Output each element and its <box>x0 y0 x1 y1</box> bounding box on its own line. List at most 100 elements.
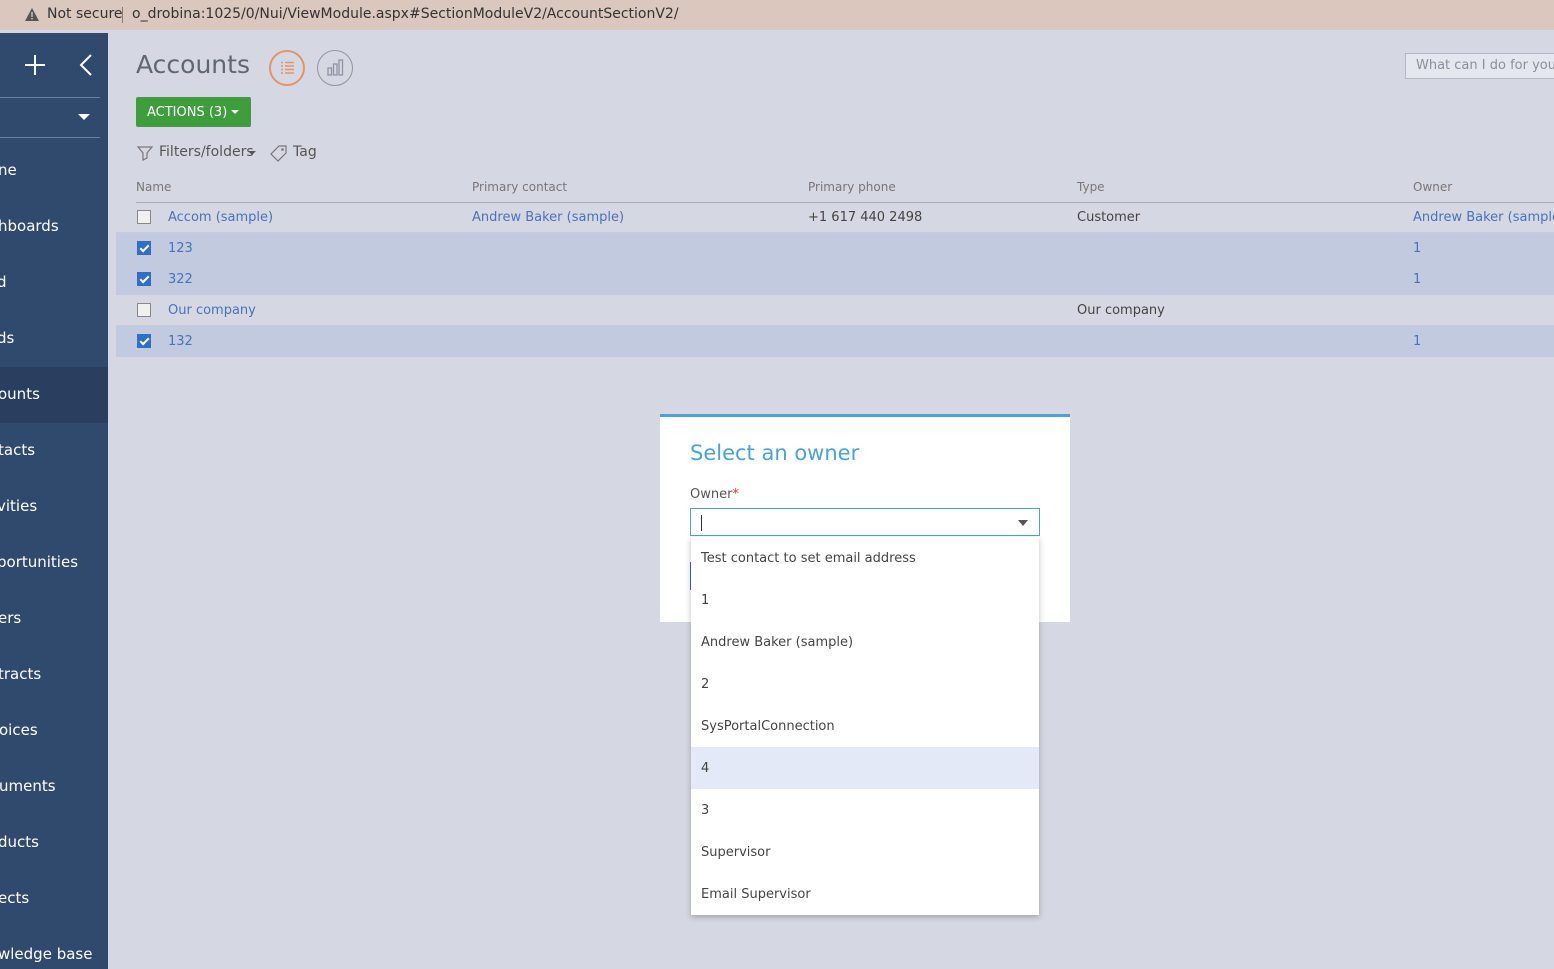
row-checkbox[interactable] <box>137 272 151 286</box>
owner-option-label: Email Supervisor <box>701 887 811 902</box>
sidebar-item[interactable]: ounts <box>0 367 108 423</box>
sidebar-item-label: tracts <box>0 665 42 683</box>
owner-option[interactable]: Email Supervisor <box>691 873 1039 915</box>
cell-name[interactable]: Our company <box>168 303 256 318</box>
sidebar-divider <box>0 97 100 98</box>
sidebar-item-label: uments <box>0 777 56 795</box>
sidebar-item-label: tacts <box>0 441 36 459</box>
sidebar-item[interactable]: ects <box>0 871 108 927</box>
owner-option[interactable]: Test contact to set email address <box>691 537 1039 579</box>
owner-option-label: Andrew Baker (sample) <box>701 635 854 650</box>
owner-label-text: Owner <box>690 487 733 502</box>
table-row[interactable]: 123 1 <box>116 233 1554 264</box>
owner-option[interactable]: SysPortalConnection <box>691 705 1039 747</box>
sidebar-item-label: ne <box>0 161 17 179</box>
sidebar-item-label: ounts <box>0 385 40 403</box>
sidebar-item-label: oices <box>0 721 38 739</box>
cell-type: Customer <box>1077 210 1141 225</box>
row-checkbox[interactable] <box>137 334 151 348</box>
owner-option[interactable]: Andrew Baker (sample) <box>691 621 1039 663</box>
owner-field-label: Owner* <box>690 487 739 502</box>
cell-phone: +1 617 440 2498 <box>808 210 923 225</box>
sidebar-item[interactable]: tacts <box>0 423 108 479</box>
text-cursor <box>701 515 702 531</box>
dialog-title: Select an owner <box>690 441 860 465</box>
list-icon <box>281 61 294 74</box>
cell-type: Our company <box>1077 303 1165 318</box>
required-marker: * <box>732 487 739 502</box>
column-header-owner[interactable]: Owner <box>1413 180 1452 194</box>
owner-option[interactable]: 3 <box>691 789 1039 831</box>
table-row[interactable]: 322 1 <box>116 264 1554 295</box>
cell-contact[interactable]: Andrew Baker (sample) <box>472 210 624 225</box>
table-row[interactable]: Our company Our company <box>116 295 1554 326</box>
table-row[interactable]: Accom (sample) Andrew Baker (sample) +1 61… <box>116 202 1554 233</box>
sidebar-item[interactable]: ne <box>0 143 108 199</box>
cell-owner[interactable]: Andrew Baker (sample) <box>1413 210 1554 225</box>
warning-icon <box>25 8 39 21</box>
url-text[interactable]: o_drobina:1025/0/Nui/ViewModule.aspx#Sec… <box>132 6 679 22</box>
actions-label: ACTIONS (3) <box>147 105 228 120</box>
workplace-dropdown-icon[interactable] <box>78 114 90 120</box>
cell-name[interactable]: 322 <box>168 272 193 287</box>
owner-options-list: Test contact to set email address 1 Andrew… <box>691 537 1039 915</box>
cell-owner[interactable]: 1 <box>1413 241 1421 256</box>
owner-option-label: 4 <box>701 761 710 776</box>
sidebar: ne hboards d ds ounts tacts vities portunities e… <box>0 33 108 969</box>
tag-label: Tag <box>293 144 317 160</box>
filters-label: Filters/folders <box>159 144 254 160</box>
owner-option-label: SysPortalConnection <box>701 719 835 734</box>
sidebar-item-label: d <box>0 273 7 291</box>
cell-name[interactable]: 123 <box>168 241 193 256</box>
table-row[interactable]: 132 1 <box>116 326 1554 357</box>
owner-option-label: Test contact to set email address <box>701 551 916 566</box>
plus-icon[interactable] <box>23 53 47 77</box>
sidebar-item[interactable]: ducts <box>0 815 108 871</box>
sidebar-item[interactable]: vities <box>0 479 108 535</box>
cell-owner[interactable]: 1 <box>1413 272 1421 287</box>
sidebar-item[interactable]: tracts <box>0 647 108 703</box>
owner-option[interactable]: 4 <box>691 747 1039 789</box>
sidebar-item-label: portunities <box>0 553 79 571</box>
list-view-button[interactable] <box>269 50 305 86</box>
browser-address-bar[interactable]: Not secure o_drobina:1025/0/Nui/ViewModu… <box>0 0 1554 30</box>
bar-chart-icon <box>327 59 344 76</box>
actions-button[interactable]: ACTIONS (3) <box>136 97 251 127</box>
cell-owner[interactable]: 1 <box>1413 334 1421 349</box>
sidebar-item-label: ducts <box>0 833 39 851</box>
owner-option[interactable]: 1 <box>691 579 1039 621</box>
owner-option[interactable]: 2 <box>691 663 1039 705</box>
chevron-down-icon[interactable] <box>1018 520 1028 526</box>
column-header-primary-contact[interactable]: Primary contact <box>472 180 567 194</box>
chevron-left-icon[interactable] <box>76 53 96 77</box>
sidebar-item[interactable]: ers <box>0 591 108 647</box>
sidebar-item-label: ers <box>0 609 22 627</box>
grid-header: Name Primary contact Primary phone Type … <box>136 180 1554 203</box>
sidebar-item[interactable]: uments <box>0 759 108 815</box>
security-label[interactable]: Not secure <box>47 6 123 22</box>
analytics-view-button[interactable] <box>317 50 353 86</box>
row-checkbox[interactable] <box>137 210 151 224</box>
owner-option-label: 1 <box>701 593 710 608</box>
cell-name[interactable]: Accom (sample) <box>168 210 273 225</box>
row-checkbox[interactable] <box>137 303 151 317</box>
owner-option[interactable]: Supervisor <box>691 831 1039 873</box>
sidebar-item[interactable]: ds <box>0 311 108 367</box>
sidebar-item[interactable]: hboards <box>0 199 108 255</box>
sidebar-item-label: wledge base <box>0 945 93 963</box>
sidebar-item-label: vities <box>0 497 38 515</box>
sidebar-item[interactable]: portunities <box>0 535 108 591</box>
owner-option-label: 3 <box>701 803 710 818</box>
owner-lookup-input[interactable] <box>690 508 1040 536</box>
cell-name[interactable]: 132 <box>168 334 193 349</box>
sidebar-item[interactable]: d <box>0 255 108 311</box>
column-header-primary-phone[interactable]: Primary phone <box>808 180 896 194</box>
column-header-type[interactable]: Type <box>1077 180 1105 194</box>
address-divider <box>122 7 123 23</box>
sidebar-item[interactable]: oices <box>0 703 108 759</box>
column-header-name[interactable]: Name <box>136 180 171 194</box>
command-search-input[interactable]: What can I do for you? <box>1405 53 1554 79</box>
sidebar-item-label: ds <box>0 329 15 347</box>
row-checkbox[interactable] <box>137 241 151 255</box>
sidebar-item[interactable]: wledge base <box>0 927 108 969</box>
